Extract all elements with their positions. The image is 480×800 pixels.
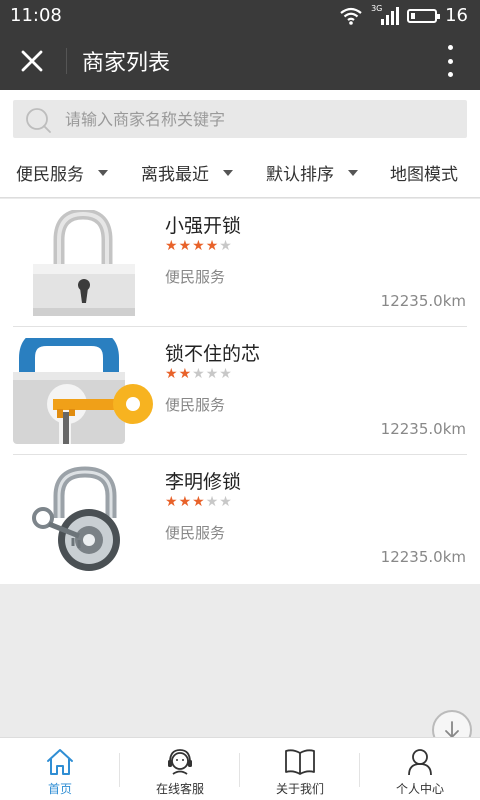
merchant-name: 李明修锁: [165, 471, 242, 493]
status-bar: 11:08 3G 16: [0, 0, 480, 32]
home-icon: [47, 749, 73, 775]
battery-level: [411, 12, 415, 19]
merchant-category: 便民服务: [165, 396, 226, 414]
status-icons: 3G 16: [339, 4, 468, 26]
filter-category[interactable]: 便民服务: [16, 160, 108, 185]
signal-icon: 3G: [371, 4, 400, 25]
star-empty-icon: ★: [205, 494, 220, 510]
rating-stars: ★★★★★: [165, 494, 233, 510]
merchant-list-item[interactable]: 李明修锁 ★★★★★ 便民服务 12235.0km: [0, 455, 480, 583]
padlock-key-image: [13, 338, 153, 444]
book-icon: [285, 749, 315, 775]
search-box[interactable]: [13, 100, 467, 138]
user-icon: [408, 749, 432, 776]
merchant-distance: 12235.0km: [380, 292, 466, 310]
padlock-white-image: [13, 210, 153, 316]
nav-label: 在线客服: [155, 782, 204, 796]
merchant-name: 小强开锁: [165, 215, 242, 237]
search-icon: [26, 108, 51, 133]
more-options-button[interactable]: [444, 45, 456, 77]
nav-item-profile[interactable]: 个人中心: [360, 738, 480, 800]
merchant-name: 锁不住的芯: [165, 343, 261, 365]
nav-label: 首页: [47, 782, 72, 796]
star-filled-icon: ★: [192, 494, 206, 510]
star-empty-icon: ★: [219, 238, 233, 254]
search-input[interactable]: [65, 106, 455, 132]
search-area: [0, 90, 480, 148]
star-empty-icon: ★: [205, 366, 220, 382]
chevron-down-icon: [223, 169, 233, 176]
more-vert-icon-dot: [447, 72, 453, 77]
merchant-category: 便民服务: [165, 268, 226, 286]
star-filled-icon: ★: [178, 494, 193, 510]
title-divider: [66, 48, 67, 74]
merchant-list: 小强开锁 ★★★★★ 便民服务 12235.0km 锁不住的芯 ★★★★★ 便民…: [0, 199, 480, 584]
nav-label: 个人中心: [395, 782, 444, 796]
close-button[interactable]: [14, 43, 50, 79]
star-filled-icon: ★: [165, 366, 179, 382]
star-empty-icon: ★: [219, 366, 233, 382]
star-empty-icon: ★: [192, 366, 206, 382]
star-filled-icon: ★: [165, 238, 179, 254]
wifi-icon: [340, 7, 362, 25]
customer-service-icon: [168, 749, 192, 775]
bottom-nav: 首页 在线客服 关于我们 个人中心: [0, 737, 480, 800]
title-bar: 商家列表: [0, 32, 480, 90]
filter-sort-label: 默认排序: [266, 165, 334, 185]
padlock-chrome-image: [13, 466, 153, 572]
nav-label: 关于我们: [275, 782, 324, 796]
page-title: 商家列表: [82, 51, 171, 76]
nav-item-about-us[interactable]: 关于我们: [240, 738, 360, 800]
star-empty-icon: ★: [219, 494, 233, 510]
filter-map-mode[interactable]: 地图模式: [390, 160, 458, 185]
nav-item-customer-service[interactable]: 在线客服: [120, 738, 240, 800]
star-filled-icon: ★: [165, 494, 179, 510]
star-filled-icon: ★: [178, 366, 193, 382]
close-icon: [21, 50, 43, 72]
filter-distance[interactable]: 离我最近: [141, 160, 233, 185]
chevron-down-icon: [348, 169, 358, 176]
battery-icon: [407, 8, 441, 23]
star-filled-icon: ★: [192, 238, 206, 254]
merchant-list-item[interactable]: 小强开锁 ★★★★★ 便民服务 12235.0km: [0, 199, 480, 327]
filter-map-mode-label: 地图模式: [390, 165, 458, 185]
chevron-down-icon: [98, 169, 108, 176]
merchant-distance: 12235.0km: [380, 420, 466, 438]
filter-sort[interactable]: 默认排序: [266, 160, 358, 185]
filter-category-label: 便民服务: [16, 165, 84, 185]
star-filled-icon: ★: [205, 238, 220, 254]
more-vert-icon-dot: [447, 45, 453, 50]
star-filled-icon: ★: [178, 238, 193, 254]
nav-item-home[interactable]: 首页: [0, 738, 120, 800]
merchant-list-item[interactable]: 锁不住的芯 ★★★★★ 便民服务 12235.0km: [0, 327, 480, 455]
battery-percent: 16: [445, 5, 468, 26]
merchant-distance: 12235.0km: [380, 548, 466, 566]
filter-distance-label: 离我最近: [141, 165, 209, 185]
rating-stars: ★★★★★: [165, 366, 233, 382]
filter-bar: 便民服务 离我最近 默认排序 地图模式: [0, 148, 480, 198]
merchant-category: 便民服务: [165, 524, 226, 542]
rating-stars: ★★★★★: [165, 238, 233, 254]
more-vert-icon-dot: [447, 58, 453, 64]
status-time: 11:08: [10, 5, 62, 26]
